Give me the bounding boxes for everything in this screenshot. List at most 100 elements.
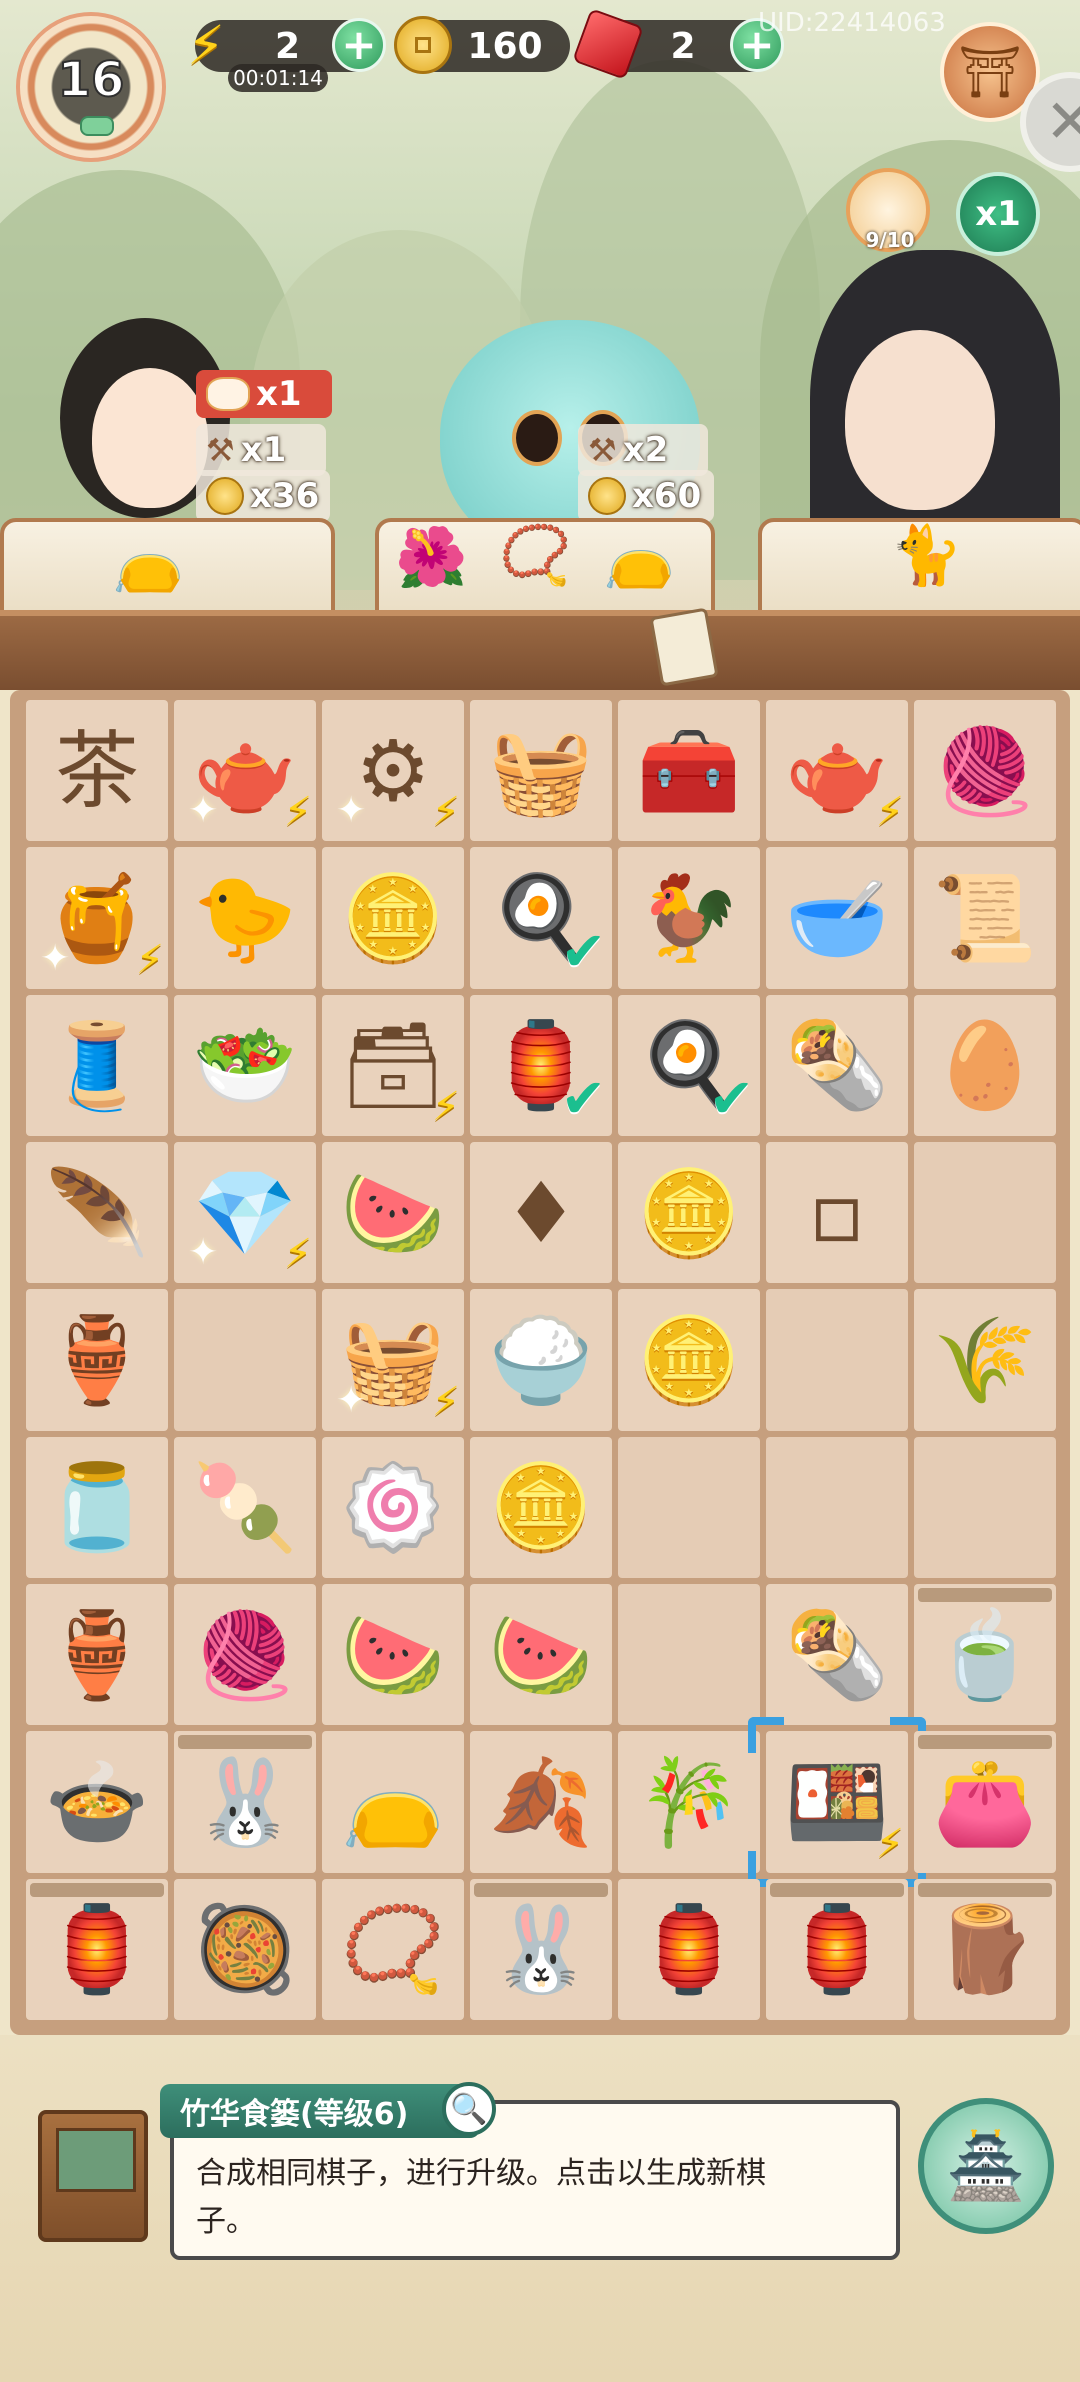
board-cell[interactable]: 🪙: [322, 847, 464, 989]
board-cell-empty[interactable]: [914, 1436, 1056, 1578]
generator-bolt-icon: ⚡: [431, 789, 460, 836]
board-cell[interactable]: 🥣: [766, 847, 908, 989]
board-cell-empty[interactable]: [174, 1289, 316, 1431]
board-cell-empty[interactable]: [914, 1141, 1056, 1284]
board-cell-empty[interactable]: [766, 1289, 908, 1431]
board-cell[interactable]: 🍳 ✔: [618, 994, 760, 1136]
board-cell[interactable]: 🍉: [470, 1583, 612, 1726]
board-cell[interactable]: 🐰: [470, 1878, 612, 2020]
board-cell[interactable]: 🍥: [322, 1436, 464, 1578]
board-cell[interactable]: 🍲: [26, 1731, 168, 1873]
board-cell[interactable]: ▫: [766, 1141, 908, 1284]
item-info-description: 合成相同棋子，进行升级。点击以生成新棋子。: [196, 2156, 766, 2239]
board-cell[interactable]: 🐰: [174, 1731, 316, 1873]
chick-nest-icon: 🐤: [192, 868, 298, 967]
spindle-icon: 🧶: [192, 1605, 298, 1704]
item-detail-button[interactable]: 🔍: [442, 2082, 496, 2136]
purple-pouch-icon: 👝: [112, 527, 185, 595]
board-cell[interactable]: 🪙: [618, 1289, 760, 1431]
customer-girl[interactable]: [92, 368, 208, 508]
board-cell[interactable]: 🧶: [914, 700, 1056, 842]
cat-icon: [206, 377, 250, 411]
board-cell[interactable]: 🎋: [618, 1731, 760, 1873]
board-cell[interactable]: ♦: [470, 1141, 612, 1284]
level-badge[interactable]: 16: [16, 12, 166, 162]
board-cell-empty[interactable]: [618, 1436, 760, 1578]
ticket-icon[interactable]: [649, 607, 719, 687]
cat-figurine-icon: 🐈: [890, 521, 963, 589]
board-cell[interactable]: 🍯 ✦ ⚡: [26, 847, 168, 989]
board-cell[interactable]: ⚙ ✦ ⚡: [322, 700, 464, 842]
generator-bolt-icon: ⚡: [875, 789, 904, 836]
purple-pouch-icon: 👝: [603, 523, 676, 591]
board-cell[interactable]: 🌾: [914, 1289, 1056, 1431]
board-cell[interactable]: 🏮: [26, 1878, 168, 2020]
embroidered-bag-icon: 👛: [932, 1752, 1038, 1851]
board-cell[interactable]: 🥚: [914, 994, 1056, 1136]
board-cell[interactable]: 🏺: [26, 1583, 168, 1726]
tofu-box-icon: ▫: [808, 1163, 866, 1262]
energy-vase-icon: 🏺: [44, 1310, 150, 1409]
board-cell[interactable]: 🍉: [322, 1141, 464, 1284]
board-cell-selected[interactable]: 🍱 ⚡: [748, 1717, 926, 1887]
board-cell[interactable]: 🫙: [26, 1436, 168, 1578]
board-cell[interactable]: 🏮 ✔: [470, 994, 612, 1136]
board-cell[interactable]: 🍚: [470, 1289, 612, 1431]
board-cell[interactable]: 🏮: [618, 1878, 760, 2020]
board-cell[interactable]: 🍵: [914, 1583, 1056, 1726]
board-cell[interactable]: 🏺: [26, 1289, 168, 1431]
board-cell[interactable]: 👝: [322, 1731, 464, 1873]
coin-icon: 🪙: [636, 1310, 742, 1409]
board-cell[interactable]: 📜: [914, 847, 1056, 989]
board-cell-empty[interactable]: [618, 1583, 760, 1726]
order-left-hammer: ⚒ x1: [196, 424, 326, 476]
multiplier-button[interactable]: x1: [956, 172, 1040, 256]
board-cell[interactable]: 🧶: [174, 1583, 316, 1726]
coin-icon: [588, 477, 626, 515]
tool-box-icon: 🗃: [339, 1016, 447, 1115]
board-cell[interactable]: 🪶: [26, 1141, 168, 1284]
board-cell[interactable]: 🐤: [174, 847, 316, 989]
board-cell-empty[interactable]: [766, 1436, 908, 1578]
board-cell[interactable]: 🧺 ✦ ⚡: [322, 1289, 464, 1431]
board-cell[interactable]: 🧰: [618, 700, 760, 842]
board-cell[interactable]: 🍉: [322, 1583, 464, 1726]
thread-spools-icon: 🧵: [44, 1016, 150, 1115]
board-cell[interactable]: 💎 ✦ ⚡: [174, 1141, 316, 1284]
bamboo-icon: 🎋: [636, 1752, 742, 1851]
lightning-icon: ⚡: [187, 14, 225, 77]
board-cell[interactable]: 🫖 ✦ ⚡: [174, 700, 316, 842]
fruit-plate-icon: 🍉: [340, 1163, 446, 1262]
watermelon-slice-icon: 🍉: [340, 1605, 446, 1704]
board-cell[interactable]: 📿: [322, 1878, 464, 2020]
storage-cabinet-button[interactable]: [38, 2110, 148, 2242]
board-cell[interactable]: 🧺: [470, 700, 612, 842]
board-cell[interactable]: 🐓: [618, 847, 760, 989]
board-cell[interactable]: 🍂: [470, 1731, 612, 1873]
board-cell[interactable]: 🧵: [26, 994, 168, 1136]
customer-man[interactable]: [845, 330, 995, 510]
add-energy-button[interactable]: +: [332, 18, 386, 72]
board-cell[interactable]: 🪙: [470, 1436, 612, 1578]
board-cell[interactable]: 👛: [914, 1731, 1056, 1873]
board-cell[interactable]: 🍳 ✔: [470, 847, 612, 989]
board-cell[interactable]: 🏮: [766, 1878, 908, 2020]
pagoda-button[interactable]: 🏯: [918, 2098, 1054, 2234]
bun-icon: 🍡: [192, 1458, 298, 1557]
board-cell[interactable]: 🥘: [174, 1878, 316, 2020]
tea-crate-icon: 茶: [54, 721, 139, 820]
board-cell[interactable]: 🥗: [174, 994, 316, 1136]
board-cell[interactable]: 🪙: [618, 1141, 760, 1284]
board-cell[interactable]: 🪵: [914, 1878, 1056, 2020]
coins-icon: 🪙: [340, 868, 446, 967]
board-cell[interactable]: 🗃 ⚡: [322, 994, 464, 1136]
board-cell[interactable]: 🌯: [766, 1583, 908, 1726]
board-cell[interactable]: 茶: [26, 700, 168, 842]
wooden-crate-icon: 🪵: [932, 1900, 1038, 1999]
lantern-icon: 🏮: [784, 1900, 890, 1999]
order-middle-coins: x60: [578, 470, 714, 522]
board-cell[interactable]: 🌯: [766, 994, 908, 1136]
bunny-bowl-icon: 🐰: [192, 1752, 298, 1851]
board-cell[interactable]: 🍡: [174, 1436, 316, 1578]
board-cell[interactable]: 🫖 ⚡: [766, 700, 908, 842]
